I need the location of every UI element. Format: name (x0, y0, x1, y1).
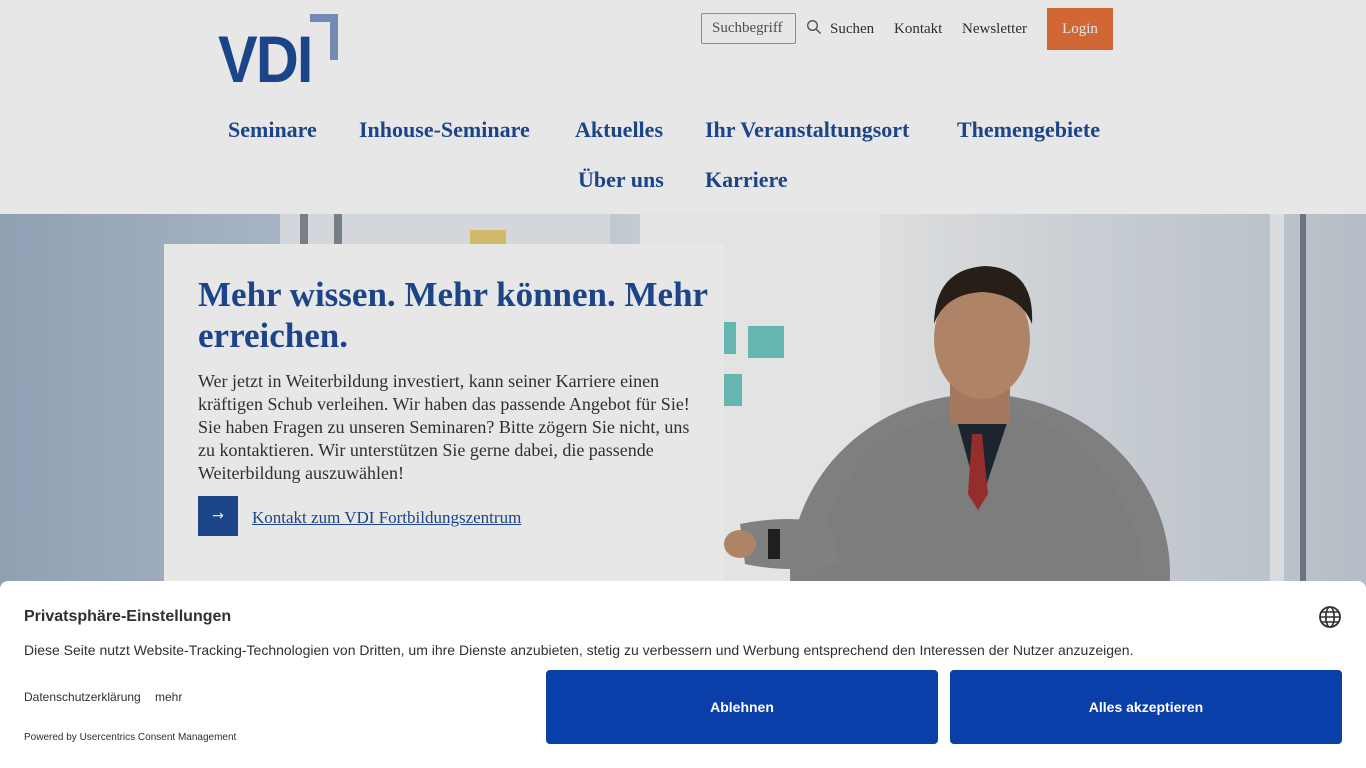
contact-link-top[interactable]: Kontakt (894, 19, 942, 39)
logo-corner-mark (310, 14, 338, 60)
nav-item-aktuelles[interactable]: Aktuelles (575, 116, 663, 144)
vdi-logo[interactable]: VDI (218, 14, 338, 96)
search-icon[interactable] (806, 19, 822, 35)
nav-item-themengebiete[interactable]: Themengebiete (957, 116, 1100, 144)
login-button[interactable]: Login (1047, 8, 1113, 50)
arrow-right-icon[interactable]: → (198, 496, 238, 536)
nav-item-karriere[interactable]: Karriere (705, 166, 788, 194)
logo-text: VDI (218, 22, 313, 96)
search-input[interactable] (701, 13, 796, 44)
hero-text: Wer jetzt in Weiterbildung investiert, k… (198, 371, 690, 483)
hero-title: Mehr wissen. Mehr können. Mehr erreichen… (198, 275, 708, 355)
nav-item-inhouse-seminare[interactable]: Inhouse-Seminare (359, 116, 530, 144)
globe-icon[interactable] (1318, 605, 1342, 629)
privacy-policy-link[interactable]: Datenschutzerklärung (24, 689, 141, 705)
nav-item-seminare[interactable]: Seminare (228, 116, 317, 144)
consent-banner: Privatsphäre-Einstellungen Diese Seite n… (0, 581, 1366, 768)
consent-description: Diese Seite nutzt Website-Tracking-Techn… (24, 642, 1134, 658)
search-link[interactable]: Suchen (830, 19, 874, 39)
nav-item-ueber-uns[interactable]: Über uns (578, 166, 664, 194)
deny-button[interactable]: Ablehnen (546, 670, 938, 744)
site-header: VDI Suchen Kontakt Newsletter Login Semi… (0, 0, 1366, 214)
powered-by-text: Powered by Usercentrics Consent Manageme… (24, 732, 237, 743)
nav-item-veranstaltungsort[interactable]: Ihr Veranstaltungsort (705, 116, 909, 144)
newsletter-link[interactable]: Newsletter (962, 19, 1027, 39)
accept-all-button[interactable]: Alles akzeptieren (950, 670, 1342, 744)
contact-center-link[interactable]: Kontakt zum VDI Fortbildungszentrum (252, 508, 521, 528)
more-link[interactable]: mehr (155, 689, 182, 705)
consent-title: Privatsphäre-Einstellungen (24, 608, 232, 625)
